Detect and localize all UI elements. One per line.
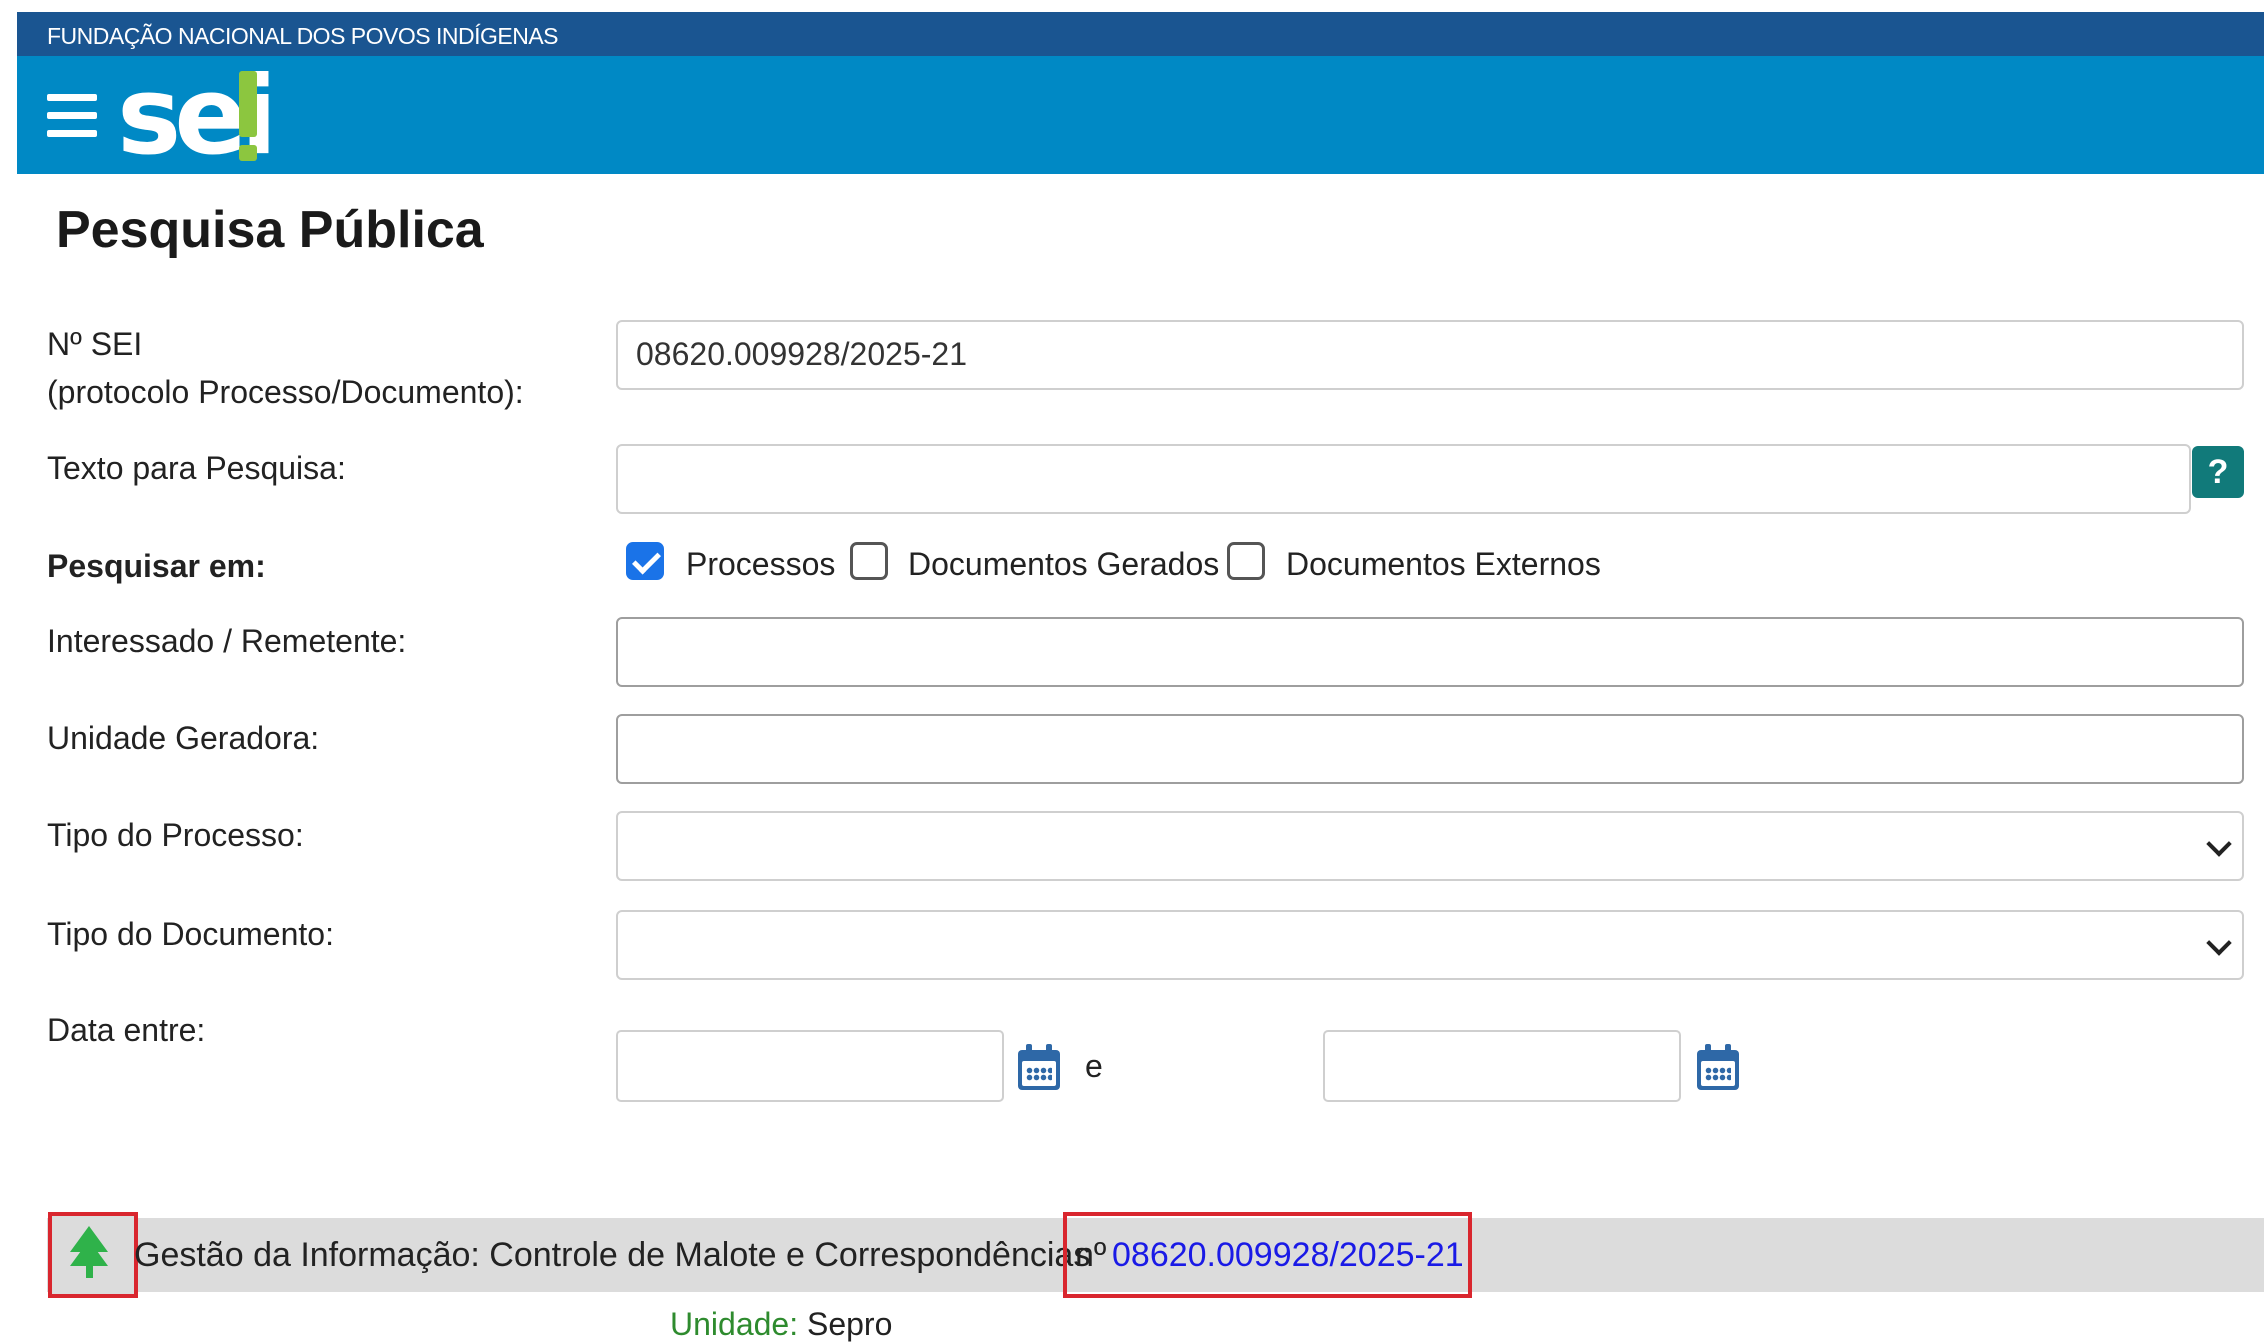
calendar-icon[interactable] bbox=[1697, 1044, 1739, 1090]
checkbox-documentos-externos-label[interactable]: Documentos Externos bbox=[1286, 546, 1601, 583]
result-unit-value: Sepro bbox=[806, 1306, 893, 1342]
checkbox-documentos-externos[interactable] bbox=[1227, 542, 1265, 580]
navbar: sei bbox=[17, 54, 2264, 179]
logo-exclamation-icon bbox=[239, 71, 257, 137]
pesquisar-em-label: Pesquisar em: bbox=[47, 548, 266, 584]
unidade-geradora-input[interactable] bbox=[616, 714, 2244, 784]
result-unit: Unidade: Sepro bbox=[670, 1306, 892, 1343]
org-name: FUNDAÇÃO NACIONAL DOS POVOS INDÍGENAS bbox=[47, 23, 559, 49]
checkbox-documentos-gerados[interactable] bbox=[850, 542, 888, 580]
sei-number-value: 08620.009928/2025-21 bbox=[636, 336, 967, 372]
sei-number-input[interactable]: 08620.009928/2025-21 bbox=[616, 320, 2244, 390]
sei-label-line1: Nº SEI bbox=[47, 326, 143, 362]
logo-exclamation-dot-icon bbox=[239, 145, 257, 161]
menu-icon[interactable] bbox=[47, 94, 97, 138]
result-number-link[interactable]: 08620.009928/2025-21 bbox=[1112, 1236, 1464, 1275]
texto-label: Texto para Pesquisa: bbox=[47, 450, 346, 486]
sei-label-line2: (protocolo Processo/Documento): bbox=[47, 374, 524, 410]
org-banner: FUNDAÇÃO NACIONAL DOS POVOS INDÍGENAS bbox=[17, 12, 2264, 56]
page-title: Pesquisa Pública bbox=[56, 201, 484, 259]
tree-view-button[interactable] bbox=[48, 1212, 138, 1298]
data-entre-label: Data entre: bbox=[47, 1012, 206, 1048]
result-number-prefix: nº bbox=[1075, 1236, 1107, 1274]
unidade-geradora-label: Unidade Geradora: bbox=[47, 720, 320, 756]
interessado-input[interactable] bbox=[616, 617, 2244, 687]
date-end-input[interactable] bbox=[1323, 1030, 1681, 1102]
result-title: Gestão da Informação: Controle de Malote… bbox=[134, 1236, 1091, 1274]
tipo-documento-label: Tipo do Documento: bbox=[47, 916, 334, 952]
checkbox-documentos-gerados-label[interactable]: Documentos Gerados bbox=[908, 546, 1219, 583]
help-button[interactable]: ? bbox=[2192, 446, 2244, 498]
calendar-icon[interactable] bbox=[1018, 1044, 1060, 1090]
interessado-label: Interessado / Remetente: bbox=[47, 623, 407, 659]
sei-label: Nº SEI (protocolo Processo/Documento): bbox=[47, 320, 524, 416]
checkbox-processos-label[interactable]: Processos bbox=[686, 546, 835, 583]
date-start-input[interactable] bbox=[616, 1030, 1004, 1102]
tipo-documento-select[interactable] bbox=[616, 910, 2244, 980]
chevron-down-icon bbox=[2206, 930, 2232, 956]
date-separator: e bbox=[1085, 1048, 1103, 1084]
tipo-processo-select[interactable] bbox=[616, 811, 2244, 881]
chevron-down-icon bbox=[2206, 831, 2232, 857]
checkbox-processos[interactable] bbox=[626, 542, 664, 580]
result-unit-label: Unidade: bbox=[670, 1306, 799, 1342]
tipo-processo-label: Tipo do Processo: bbox=[47, 817, 304, 853]
search-text-input[interactable] bbox=[616, 444, 2191, 514]
